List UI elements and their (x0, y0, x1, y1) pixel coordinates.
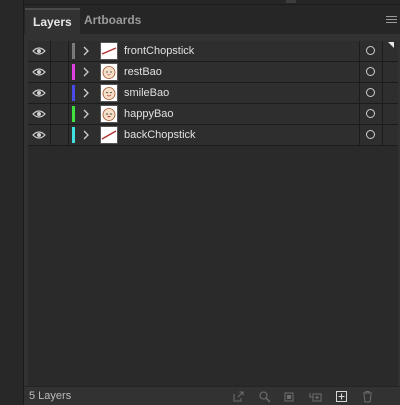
layer-color-bar (72, 106, 75, 122)
create-sublayer-icon[interactable] (309, 390, 322, 403)
layer-color-bar (72, 64, 75, 80)
layer-name[interactable]: smileBao (124, 86, 169, 100)
chopstick-thumbnail (100, 42, 118, 60)
tab-layers[interactable]: Layers (25, 8, 80, 34)
bao-face-thumbnail (100, 84, 118, 102)
lock-toggle[interactable] (51, 62, 68, 82)
visibility-eye-icon[interactable] (32, 109, 46, 119)
create-new-layer-icon[interactable] (335, 390, 348, 403)
lock-toggle[interactable] (51, 41, 68, 61)
bao-face-thumbnail (100, 105, 118, 123)
layer-name[interactable]: happyBao (124, 107, 174, 121)
tab-artboards[interactable]: Artboards (76, 8, 149, 34)
layer-color-bar (72, 85, 75, 101)
locate-object-icon[interactable] (258, 390, 271, 403)
layer-name[interactable]: backChopstick (124, 128, 196, 142)
export-icon[interactable] (232, 390, 245, 403)
layer-row[interactable]: backChopstick (28, 125, 398, 146)
panel-tab-bar: Layers Artboards (24, 5, 400, 34)
visibility-eye-icon[interactable] (32, 67, 46, 77)
layer-list: frontChopstick restBao smileBao happyBao… (28, 41, 398, 386)
expand-chevron-icon[interactable] (81, 87, 91, 99)
layer-row[interactable]: happyBao (28, 104, 398, 125)
chopstick-thumbnail (100, 126, 118, 144)
target-circle-icon[interactable] (366, 67, 375, 76)
bao-face-thumbnail (100, 63, 118, 81)
target-circle-icon[interactable] (366, 109, 375, 118)
visibility-eye-icon[interactable] (32, 130, 46, 140)
selection-corner-icon (388, 42, 394, 48)
layer-name[interactable]: restBao (124, 65, 162, 79)
layer-color-bar (72, 127, 75, 143)
layer-row[interactable]: smileBao (28, 83, 398, 104)
visibility-eye-icon[interactable] (32, 88, 46, 98)
expand-chevron-icon[interactable] (81, 129, 91, 141)
layers-panel: Layers Artboards frontChopstick restBao (24, 5, 400, 405)
layer-row[interactable]: restBao (28, 62, 398, 83)
target-circle-icon[interactable] (366, 88, 375, 97)
panel-footer: 5 Layers (24, 386, 400, 405)
make-clipping-mask-icon[interactable] (283, 390, 296, 403)
layer-count: 5 Layers (29, 390, 72, 402)
layer-name[interactable]: frontChopstick (124, 44, 194, 58)
lock-toggle[interactable] (51, 125, 68, 145)
left-dock-strip (0, 0, 24, 405)
panel-menu-icon[interactable] (386, 16, 397, 24)
target-circle-icon[interactable] (366, 130, 375, 139)
layer-color-bar (72, 43, 75, 59)
layer-row[interactable]: frontChopstick (28, 41, 398, 62)
visibility-eye-icon[interactable] (32, 46, 46, 56)
delete-icon[interactable] (361, 390, 374, 403)
target-circle-icon[interactable] (366, 46, 375, 55)
dock-grip[interactable] (286, 0, 296, 3)
lock-toggle[interactable] (51, 104, 68, 124)
expand-chevron-icon[interactable] (81, 45, 91, 57)
expand-chevron-icon[interactable] (81, 66, 91, 78)
expand-chevron-icon[interactable] (81, 108, 91, 120)
lock-toggle[interactable] (51, 83, 68, 103)
